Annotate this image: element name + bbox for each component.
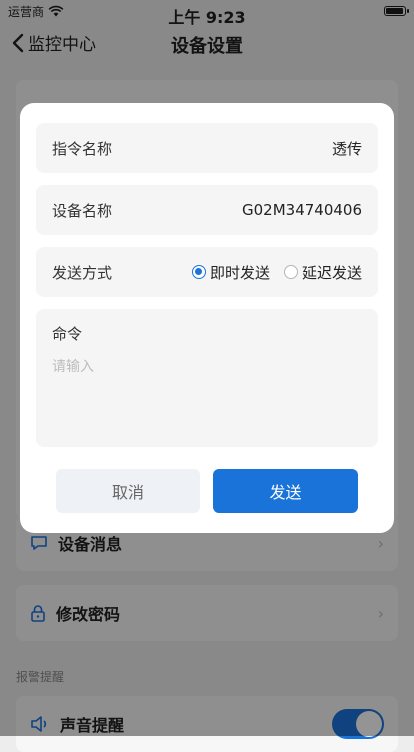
command-name-field: 指令名称 透传 bbox=[36, 123, 378, 173]
cancel-button[interactable]: 取消 bbox=[56, 469, 200, 513]
radio-immediate-label: 即时发送 bbox=[209, 263, 270, 282]
radio-delayed-label: 延迟发送 bbox=[301, 263, 362, 282]
command-input[interactable] bbox=[52, 356, 362, 426]
device-name-label: 设备名称 bbox=[52, 201, 113, 220]
send-mode-label: 发送方式 bbox=[52, 263, 113, 282]
carrier-label: 运营商 bbox=[8, 4, 45, 19]
wifi-icon bbox=[48, 5, 64, 17]
status-bar: 运营商 bbox=[0, 0, 414, 22]
command-name-label: 指令名称 bbox=[52, 139, 113, 158]
battery-icon bbox=[384, 6, 409, 16]
send-command-dialog: 指令名称 透传 设备名称 G02M34740406 发送方式 即时发送 延迟发送… bbox=[20, 103, 394, 533]
command-name-value: 透传 bbox=[331, 139, 362, 158]
command-field: 命令 bbox=[36, 309, 378, 447]
radio-delayed-send[interactable]: 延迟发送 bbox=[283, 262, 362, 283]
radio-checked-icon bbox=[191, 265, 206, 279]
command-label: 命令 bbox=[52, 325, 83, 343]
send-button[interactable]: 发送 bbox=[213, 469, 358, 513]
device-name-field: 设备名称 G02M34740406 bbox=[36, 185, 378, 235]
send-mode-field: 发送方式 即时发送 延迟发送 bbox=[36, 247, 378, 297]
device-name-value: G02M34740406 bbox=[242, 201, 362, 219]
radio-unchecked-icon bbox=[283, 265, 298, 279]
send-mode-radio-group: 即时发送 延迟发送 bbox=[191, 262, 362, 283]
radio-immediate-send[interactable]: 即时发送 bbox=[191, 262, 270, 283]
